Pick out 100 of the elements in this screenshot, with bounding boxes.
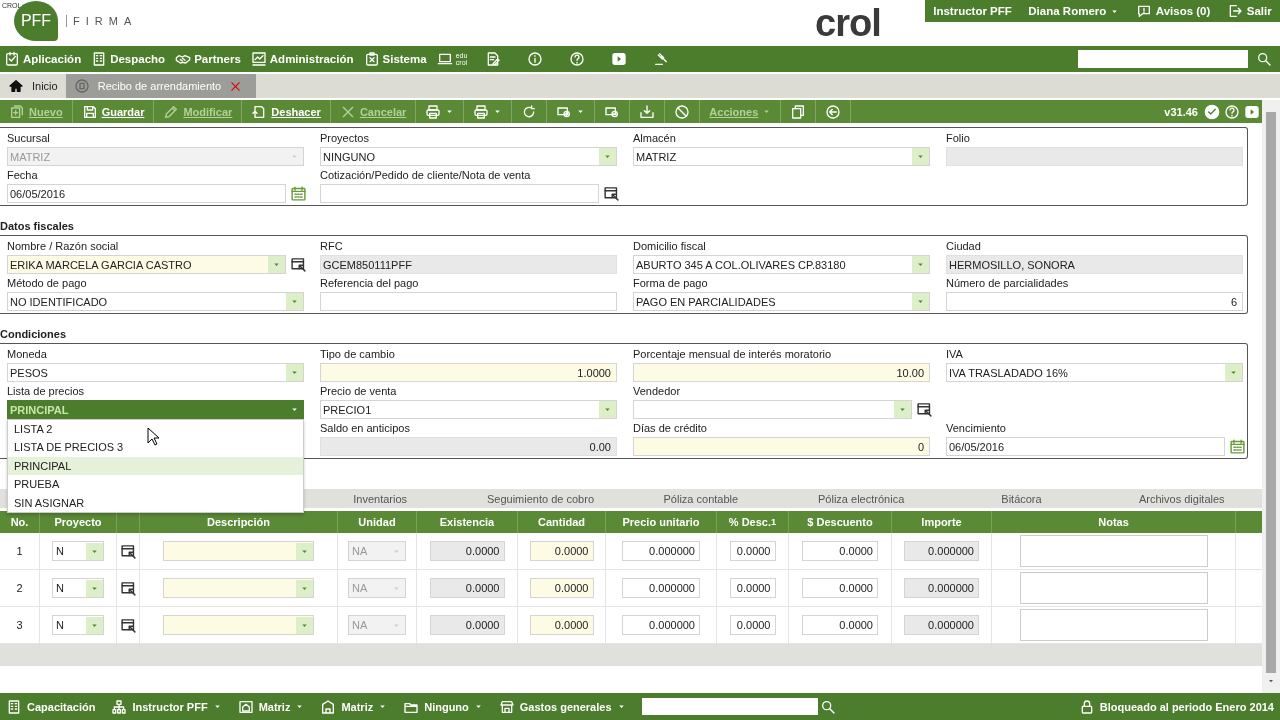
status-menu[interactable]: Ninguno [403, 698, 483, 715]
select-field[interactable]: MATRIZ [633, 147, 930, 166]
input-field[interactable]: 0.000000 [904, 541, 979, 561]
menu-item[interactable]: Administración [250, 51, 354, 67]
lookup-button[interactable] [119, 579, 137, 597]
field-label: IVA [946, 347, 964, 362]
input-field[interactable]: 0.0000 [529, 541, 594, 561]
lookup-button[interactable] [916, 401, 933, 418]
tab[interactable]: Póliza electrónica [781, 489, 942, 508]
input-field[interactable]: 0.0000 [529, 615, 594, 635]
date-field[interactable]: 06/05/2016 [7, 184, 286, 203]
input-field[interactable]: 0.000000 [622, 578, 700, 598]
input-field[interactable]: 0.000000 [904, 615, 979, 635]
status-menu[interactable]: Matriz [320, 698, 388, 715]
laptop-icon [436, 51, 453, 67]
select-field[interactable]: N [52, 615, 104, 635]
input-field[interactable]: 1.0000 [320, 363, 617, 382]
input-field[interactable]: 0.0000 [729, 541, 776, 561]
status-menu[interactable]: Matriz [237, 698, 305, 715]
dropdown-option[interactable]: PRUEBA [8, 475, 303, 494]
tab[interactable]: Archivos digitales [1101, 489, 1262, 508]
select-field[interactable]: N [52, 541, 104, 561]
field-label: Moneda [7, 347, 48, 362]
toolbar-button[interactable]: Guardar [72, 100, 155, 123]
status-menu[interactable]: Gastos generales [498, 698, 626, 715]
caret-icon [212, 702, 222, 711]
lookup-button[interactable] [119, 542, 137, 560]
field-label: Saldo en anticipos [320, 421, 411, 436]
lookup-button[interactable] [119, 616, 137, 634]
tab[interactable]: Póliza contable [620, 489, 781, 508]
lookup-icon [603, 185, 620, 202]
select-field[interactable]: IVA TRASLADADO 16% [946, 363, 1243, 382]
input-field[interactable]: GCEM850111PFF [320, 255, 617, 274]
notes-field[interactable] [1019, 572, 1208, 604]
field-label: Vencimiento [946, 421, 1007, 436]
toolbar-button[interactable]: Deshacer [242, 100, 331, 123]
select-field[interactable] [633, 400, 912, 419]
select-field[interactable] [163, 615, 314, 635]
input-field[interactable]: 0.000000 [904, 578, 979, 598]
status-menu[interactable]: Capacitación [6, 698, 96, 715]
input-field[interactable] [320, 184, 599, 203]
lookup-button[interactable] [603, 185, 620, 202]
org-chart-icon [111, 698, 128, 715]
input-field[interactable]: 0.0000 [729, 615, 776, 635]
select-field[interactable]: ABURTO 345 A COL.OLIVARES CP.83180 [633, 255, 930, 274]
user-menu[interactable]: Diana Romero [1028, 5, 1120, 17]
notes-field[interactable] [1019, 535, 1208, 567]
select-field[interactable]: PESOS [7, 363, 304, 382]
select-field[interactable]: PRINCIPAL [7, 400, 304, 419]
input-field[interactable]: 0.0000 [802, 541, 878, 561]
logout-button[interactable]: Salir [1226, 3, 1272, 19]
input-field[interactable]: 0.00 [320, 437, 617, 456]
select-field[interactable]: NO IDENTIFICADO [7, 292, 304, 311]
input-field[interactable]: 0.0000 [529, 578, 594, 598]
input-field[interactable] [946, 147, 1243, 166]
dropdown-option[interactable]: PRINCIPAL [8, 456, 303, 476]
input-field[interactable]: HERMOSILLO, SONORA [946, 255, 1243, 274]
select-field[interactable] [163, 541, 314, 561]
calendar-button[interactable] [290, 185, 307, 202]
play-icon [611, 51, 628, 67]
input-field[interactable]: 0 [633, 437, 930, 456]
notices-button[interactable]: Avisos (0) [1135, 3, 1211, 19]
calendar-button[interactable] [1229, 438, 1246, 455]
tab[interactable]: Bitácora [941, 489, 1102, 508]
select-field[interactable] [163, 578, 314, 598]
select-field[interactable]: N [52, 578, 104, 598]
lookup-button[interactable] [290, 256, 307, 273]
input-field[interactable]: 6 [946, 292, 1243, 311]
status-menu[interactable]: Instructor PFF [111, 698, 222, 715]
dropdown-option[interactable]: SIN ASIGNAR [8, 493, 303, 512]
input-field[interactable]: 0.0000 [429, 541, 505, 561]
menu-item[interactable]: Despacho [91, 51, 166, 67]
input-field[interactable]: 0.0000 [729, 578, 776, 598]
notes-field[interactable] [1019, 609, 1208, 641]
input-field[interactable]: 0.0000 [802, 615, 878, 635]
input-field[interactable]: 0.0000 [429, 578, 505, 598]
menu-item[interactable]: Partners [175, 51, 241, 67]
input-field[interactable]: 0.000000 [622, 615, 700, 635]
input-field[interactable]: 0.000000 [622, 541, 700, 561]
dropdown-option[interactable]: LISTA DE PRECIOS 3 [8, 438, 303, 457]
scrollbar[interactable] [1262, 100, 1280, 693]
search-field[interactable] [1078, 50, 1248, 68]
search-button[interactable] [819, 698, 836, 715]
input-field[interactable]: 10.00 [633, 363, 930, 382]
tab[interactable]: Inventarios [300, 489, 461, 508]
menu-item[interactable]: Sistema [363, 51, 427, 67]
search-field[interactable] [641, 698, 818, 715]
field-label: Forma de pago [633, 276, 709, 291]
menu-item[interactable]: Aplicación [4, 51, 82, 67]
caret-icon [290, 405, 299, 414]
input-field[interactable]: 0.0000 [429, 615, 505, 635]
dropdown-option[interactable]: LISTA 2 [8, 420, 303, 439]
input-field[interactable] [320, 292, 617, 311]
tab[interactable]: Seguimiento de cobro [460, 489, 621, 508]
date-field[interactable]: 06/05/2016 [946, 437, 1225, 456]
select-field[interactable]: PAGO EN PARCIALIDADES [633, 292, 930, 311]
select-field[interactable]: PRECIO1 [320, 400, 617, 419]
select-field[interactable]: NINGUNO [320, 147, 617, 166]
select-field[interactable]: ERIKA MARCELA GARCIA CASTRO [7, 255, 286, 274]
input-field[interactable]: 0.0000 [802, 578, 878, 598]
